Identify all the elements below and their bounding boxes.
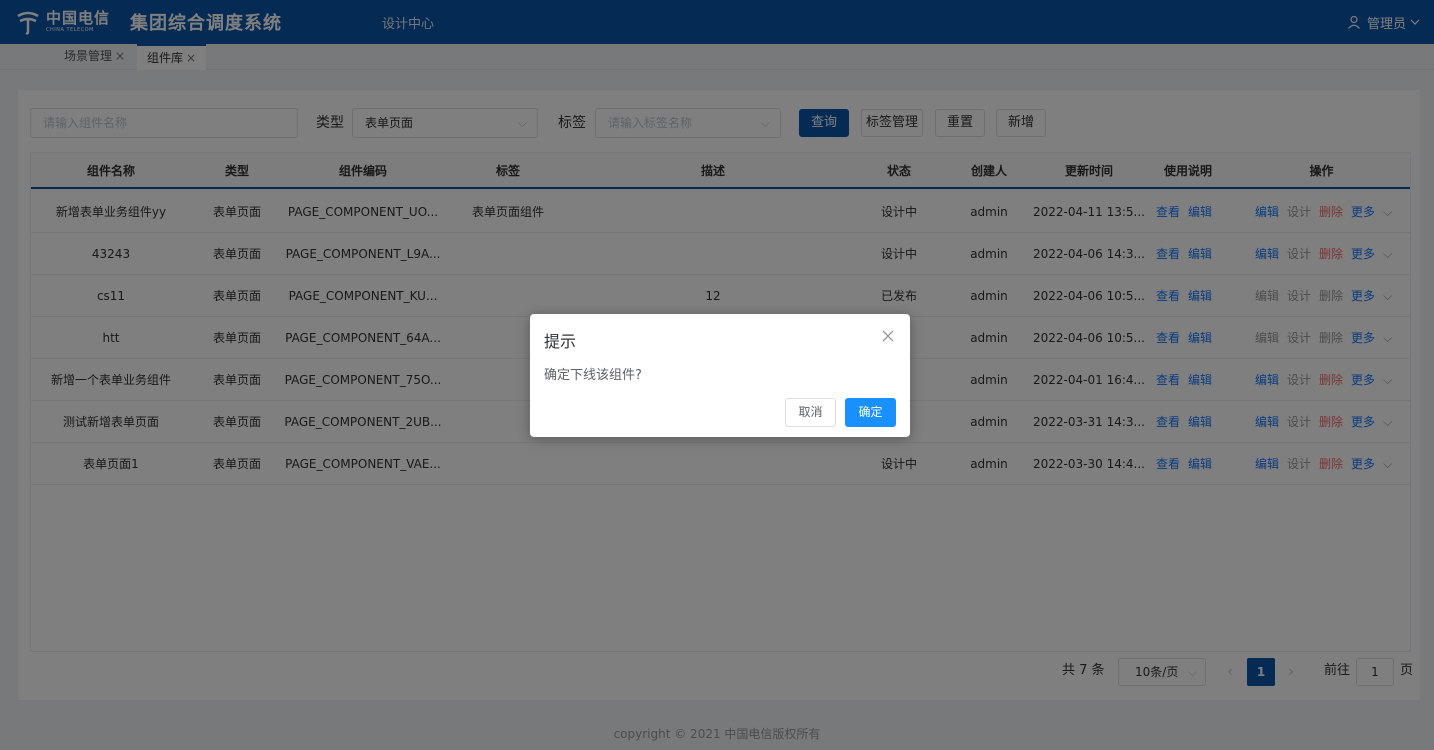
confirm-button[interactable]: 确定 <box>845 398 896 427</box>
cancel-button[interactable]: 取消 <box>785 398 836 427</box>
confirm-dialog: 提示 确定下线该组件? 取消 确定 <box>530 314 910 437</box>
close-icon[interactable] <box>880 328 896 344</box>
dialog-title: 提示 <box>544 332 577 351</box>
dialog-message: 确定下线该组件? <box>544 368 642 383</box>
